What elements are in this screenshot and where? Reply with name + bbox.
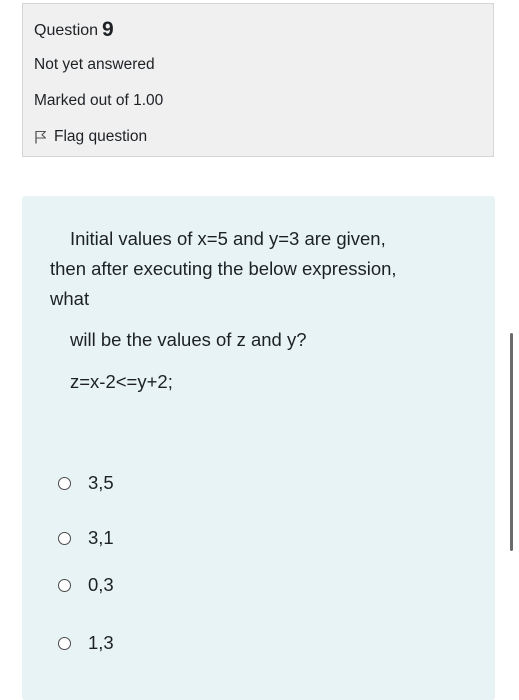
question-label: Question bbox=[34, 22, 99, 39]
answer-option-b[interactable]: 3,1 bbox=[58, 527, 114, 549]
flag-icon bbox=[34, 130, 47, 144]
question-text-line-2: then after executing the below expressio… bbox=[50, 258, 397, 279]
question-info: Question 9 Not yet answered Marked out of… bbox=[22, 3, 494, 157]
answer-option-label: 3,1 bbox=[88, 527, 114, 548]
answer-option-c[interactable]: 0,3 bbox=[58, 574, 114, 596]
flag-question-link[interactable]: Flag question bbox=[34, 128, 147, 146]
question-text: Initial values of x=5 and y=3 are given,… bbox=[50, 224, 470, 314]
answer-option-label: 1,3 bbox=[88, 632, 114, 653]
answer-option-d[interactable]: 1,3 bbox=[58, 632, 114, 654]
question-expression: z=x-2<=y+2; bbox=[70, 371, 173, 392]
question-grade: Marked out of 1.00 bbox=[34, 92, 164, 109]
radio-button[interactable] bbox=[58, 476, 71, 490]
radio-button[interactable] bbox=[58, 636, 71, 650]
question-number: 9 bbox=[102, 18, 114, 41]
radio-button[interactable] bbox=[58, 531, 71, 545]
question-text-line-3: what bbox=[50, 288, 90, 309]
question-content: Initial values of x=5 and y=3 are given,… bbox=[22, 196, 495, 700]
flag-question-label: Flag question bbox=[54, 128, 148, 145]
question-text-line-4: will be the values of z and y? bbox=[70, 329, 307, 350]
question-text-line-1: Initial values of x=5 and y=3 are given, bbox=[70, 228, 386, 249]
answer-option-label: 3,5 bbox=[88, 472, 114, 493]
radio-button[interactable] bbox=[58, 578, 71, 592]
scrollbar-thumb[interactable] bbox=[510, 333, 513, 551]
answer-option-a[interactable]: 3,5 bbox=[58, 472, 114, 494]
question-state: Not yet answered bbox=[34, 56, 155, 73]
question-header: Question 9 bbox=[34, 18, 114, 42]
answer-option-label: 0,3 bbox=[88, 574, 114, 595]
